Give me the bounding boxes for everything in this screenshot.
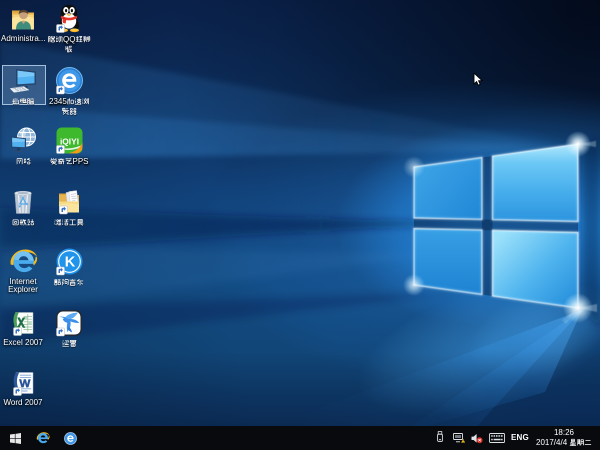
svg-text:2017/4/4: 2017/4/4 [536,438,568,447]
svg-text:PPS: PPS [73,157,89,166]
svg-text:2345: 2345 [49,97,67,106]
svg-text:K: K [64,255,75,271]
svg-text:iQIYI: iQIYI [59,136,78,146]
svg-text:QQ: QQ [63,35,75,44]
